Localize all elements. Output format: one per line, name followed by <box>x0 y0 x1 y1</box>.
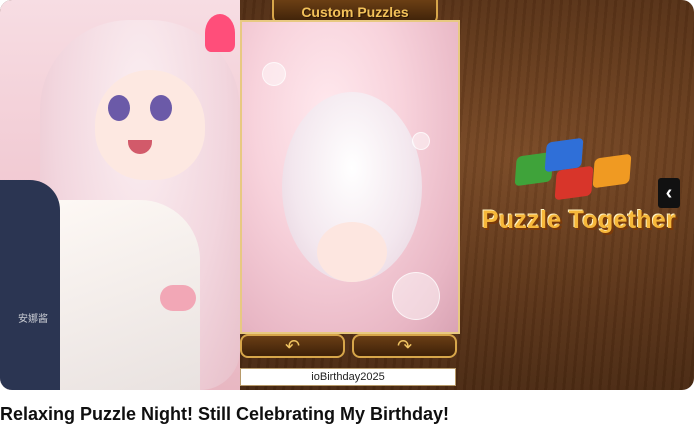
character-face <box>95 70 205 180</box>
video-thumbnail[interactable]: 安娜酱 Custom Puzzles ↶ ↷ ioBirthday2025 Pu… <box>0 0 694 390</box>
watermark: 安娜酱 <box>18 314 48 325</box>
character-eye-right <box>150 95 172 121</box>
chevron-left-icon: ‹ <box>665 181 673 204</box>
bracelet <box>160 285 196 311</box>
puzzle-name-field[interactable]: ioBirthday2025 <box>240 368 456 386</box>
character-eye-left <box>108 95 130 121</box>
puzzle-face <box>317 222 387 282</box>
rotate-left-icon: ↶ <box>284 335 301 356</box>
video-title[interactable]: Relaxing Puzzle Night! Still Celebrating… <box>0 404 694 425</box>
game-logo-text: Puzzle Together <box>481 206 677 234</box>
hair-bow <box>205 14 235 52</box>
bubble <box>262 62 286 86</box>
banner-label: Custom Puzzles <box>301 4 409 20</box>
rotate-right-button[interactable]: ↷ <box>352 334 457 358</box>
character-art: 安娜酱 <box>0 0 240 390</box>
rotate-left-button[interactable]: ↶ <box>240 334 345 358</box>
puzzle-pieces-logo-icon <box>514 137 636 201</box>
orange-piece-icon <box>592 153 632 189</box>
bubble <box>392 272 440 320</box>
previous-button[interactable]: ‹ <box>658 178 680 208</box>
character-jacket <box>0 180 60 390</box>
rotate-right-icon: ↷ <box>396 335 413 356</box>
red-piece-icon <box>554 165 594 201</box>
puzzle-preview-image[interactable] <box>240 20 460 334</box>
bubble <box>412 132 430 150</box>
